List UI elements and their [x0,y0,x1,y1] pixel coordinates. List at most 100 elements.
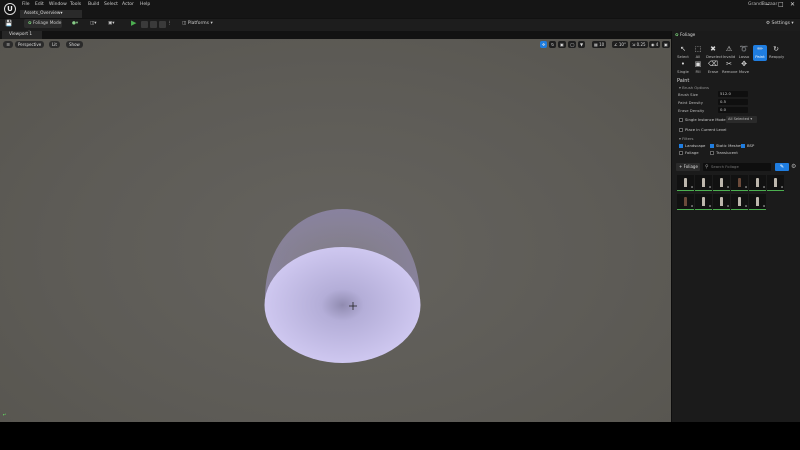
tool-select[interactable]: ↖ Select [676,45,690,59]
scale-mode-icon[interactable]: ▣ [558,41,566,48]
platforms-button[interactable]: ◫ Platforms ▾ [182,20,213,28]
foliage-thumb[interactable]: 0 [749,194,766,210]
step-icon[interactable] [141,21,148,28]
tool-erase[interactable]: ⌫ Erase [706,60,720,74]
tool-single[interactable]: • Single [676,60,690,74]
filters-label: Filters [682,136,694,141]
brush-options-header[interactable]: ▾ Brush Options [679,85,709,90]
foliage-thumb[interactable]: 0 [731,194,748,210]
gear-icon: ⚙ [766,21,771,26]
foliage-panel-tab[interactable]: ✿ Foliage [675,32,695,39]
level-viewport[interactable] [0,39,671,422]
foliage-thumb[interactable]: 0 [749,175,766,191]
menu-select[interactable]: Select [104,2,118,7]
add-foliage-button[interactable]: + Foliage [676,163,700,171]
foliage-thumb[interactable]: 0 [677,194,694,210]
grid-snap-button[interactable]: ▦ 10 [592,41,607,48]
tool-all[interactable]: ⬚ All [691,45,705,59]
add-content-icon[interactable]: ●▾ [72,20,78,28]
single-instance-label: Single Instance Mode [685,117,726,122]
cinematics-icon[interactable]: ▣▾ [108,20,115,28]
filter-static-meshes-checkbox[interactable] [710,144,714,148]
tool-deselect[interactable]: ✖ Deselect [706,45,723,59]
show-button[interactable]: Show [66,41,83,48]
statue-figure-icon [756,197,759,206]
surface-snap-icon[interactable]: ▼ [578,41,586,48]
rotate-snap-button[interactable]: ∠ 10° [612,41,628,48]
tool-fill[interactable]: ▣ Fill [691,60,705,74]
menu-window[interactable]: Window [49,2,67,7]
unreal-logo-icon[interactable]: U [4,3,16,15]
tool-invalid[interactable]: ⚠ Invalid [722,45,736,59]
level-tab[interactable]: Assets_Overview▾ [20,10,82,18]
mode-selector[interactable]: ✿ Foliage Mode ▾ [24,19,62,35]
foliage-thumb[interactable]: 0 [677,175,694,191]
tool-reapply[interactable]: ↻ Reapply [769,45,784,59]
viewport-menu-button[interactable]: ☰ [3,41,13,48]
single-instance-checkbox[interactable] [679,118,683,122]
tool-remove[interactable]: ✂ Remove [722,60,737,74]
thumb-count: 0 [763,204,765,208]
filters-header[interactable]: ▾ Filters [679,136,694,141]
all-icon: ⬚ [694,45,702,53]
statue-figure-icon [738,178,741,187]
menu-build[interactable]: Build [88,2,99,7]
settings-gear-icon[interactable]: ⚙ [791,163,796,171]
foliage-thumb[interactable]: 0 [713,194,730,210]
rotate-snap-value: 10° [618,42,626,47]
menu-edit[interactable]: Edit [35,2,44,7]
eject-icon[interactable] [159,21,166,28]
tool-move[interactable]: ✥ Move [737,60,751,74]
brush-edit-button[interactable]: ✎ [775,163,789,171]
foliage-thumb[interactable]: 0 [767,175,784,191]
foliage-thumb[interactable]: 0 [695,175,712,191]
menu-file[interactable]: File [22,2,30,7]
angle-icon: ∠ [614,42,618,47]
lit-label: Lit [52,42,57,47]
brush-disc [264,247,421,363]
lit-button[interactable]: Lit [49,41,60,48]
paint-density-field[interactable]: 0.5 [718,99,748,105]
paint-density-label: Paint Density [678,100,704,105]
maximize-viewport-icon[interactable]: ▣ [662,41,670,48]
select-mode-icon[interactable]: ✥ [540,41,548,48]
minimize-button[interactable]: – [766,1,769,8]
scale-snap-button[interactable]: ⇲ 0.25 [630,41,648,48]
foliage-tab-icon: ✿ [675,33,679,38]
menu-tools[interactable]: Tools [70,2,81,7]
filter-translucent-checkbox[interactable] [710,151,714,155]
foliage-tab-label: Foliage [679,33,696,38]
tool-label: Erase [707,69,719,74]
tool-lasso[interactable]: ➰ Lasso [737,45,751,59]
menu-actor[interactable]: Actor [122,2,134,7]
filter-bsp-checkbox[interactable] [741,144,745,148]
stop-icon[interactable] [150,21,157,28]
single-instance-dropdown[interactable]: All Selected ▾ [726,116,757,123]
foliage-thumb[interactable]: 0 [695,194,712,210]
filter-landscape-checkbox[interactable] [679,144,683,148]
world-local-icon[interactable]: ◯ [568,41,577,48]
blueprint-icon[interactable]: ◫▾ [90,20,97,28]
filter-foliage-checkbox[interactable] [679,151,683,155]
tab-viewport-1[interactable]: Viewport 1 [2,31,42,39]
select-icon: ↖ [680,45,686,53]
perspective-button[interactable]: Perspective [15,41,45,48]
maximize-button[interactable]: □ [778,1,784,8]
camera-speed-button[interactable]: ◉ 4 [649,41,661,48]
tool-paint[interactable]: ✏ Paint [753,45,767,61]
close-button[interactable]: ✕ [790,1,795,8]
place-current-level-checkbox[interactable] [679,128,683,132]
mode-label: Foliage Mode [32,21,62,26]
erase-density-field[interactable]: 0.0 [718,107,748,113]
foliage-thumb[interactable]: 0 [713,175,730,191]
play-icon[interactable]: ▶ [131,19,136,27]
foliage-search-input[interactable]: Search Foliage [703,163,771,171]
settings-button[interactable]: ⚙ Settings ▾ [766,20,794,28]
scale-icon: ⇲ [632,42,636,47]
menu-help[interactable]: Help [140,2,150,7]
foliage-thumb[interactable]: 0 [731,175,748,191]
more-icon[interactable]: ⋮ [167,20,172,28]
brush-size-field[interactable]: 512.0 [718,91,748,97]
save-icon[interactable]: 💾 [5,20,12,28]
rotate-mode-icon[interactable]: ↻ [549,41,557,48]
